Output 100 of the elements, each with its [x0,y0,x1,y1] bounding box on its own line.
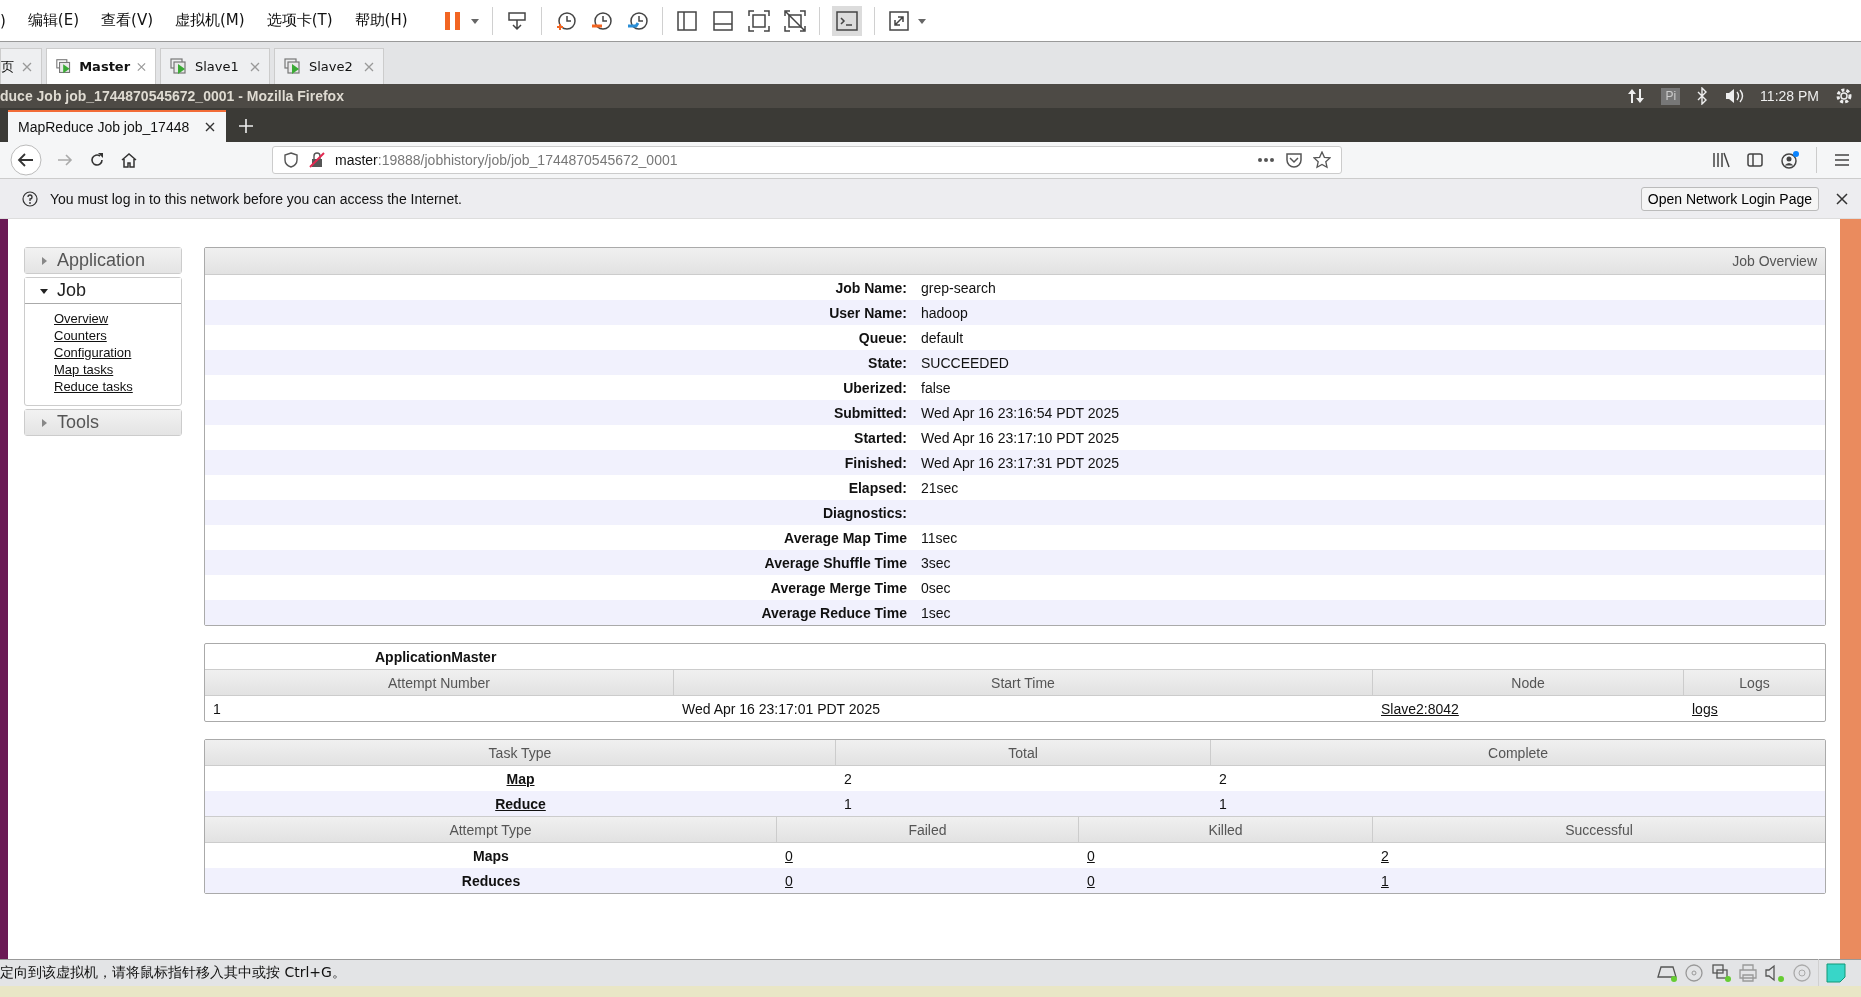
terminal-icon[interactable] [831,5,862,36]
no-fit-icon[interactable] [782,8,807,33]
field-value: 0sec [921,579,951,596]
field-value: SUCCEEDED [921,354,1009,371]
table-cell: Reduces [461,872,521,889]
sidebar-section-header[interactable]: Tools [25,410,181,435]
menu-item[interactable]: 帮助(H) [354,11,408,30]
table-cell: 1 [1219,795,1227,812]
column-header[interactable]: Successful [1373,817,1825,842]
table-link[interactable]: 0 [1087,872,1095,889]
sidebar-link[interactable]: Counters [54,327,181,344]
field-label: Submitted: [832,404,907,421]
field-value: Wed Apr 16 23:17:31 PDT 2025 [921,454,1119,471]
shield-icon[interactable] [283,152,299,168]
vm-tab[interactable]: Master [46,48,156,84]
table-cell: 1 [844,795,852,812]
vm-tab[interactable]: 页 [0,48,42,84]
menu-item[interactable]: 选项卡(T) [266,11,333,30]
new-tab-icon[interactable] [238,118,254,134]
home-icon[interactable] [120,151,138,169]
table-link[interactable]: 2 [1381,847,1389,864]
column-header[interactable]: Logs [1684,670,1825,695]
disclosure-icon [39,417,49,428]
sidebar-section-header[interactable]: Job [25,278,181,304]
sidebar-layout-icon[interactable] [674,8,699,33]
table-cell: Maps [473,847,509,864]
column-header[interactable]: Total [836,740,1211,765]
field-value: Wed Apr 16 23:16:54 PDT 2025 [921,404,1119,421]
field-label: User Name: [828,304,907,321]
field-label: Job Name: [834,279,907,296]
column-header[interactable]: Killed [1079,817,1373,842]
fullscreen-icon[interactable] [886,8,911,33]
vm-tab[interactable]: Slave1 [160,48,270,84]
column-header[interactable]: Task Type [205,740,836,765]
back-button[interactable] [10,144,42,176]
panel-layout-icon[interactable] [710,8,735,33]
table-link[interactable]: Reduce [495,795,546,812]
account-icon[interactable] [1780,150,1800,170]
table-link[interactable]: 0 [785,872,793,889]
sidebar-link[interactable]: Configuration [54,344,181,361]
table-link[interactable]: Map [506,770,535,787]
star-icon[interactable] [1313,151,1331,169]
field-label: Uberized: [842,379,907,396]
sidebar-section-header[interactable]: Application [25,248,181,273]
bluetooth-icon[interactable] [1696,87,1709,105]
table-link[interactable]: logs [1692,700,1718,717]
menu-icon[interactable] [1833,151,1851,169]
field-value: default [921,329,964,346]
network-arrows-icon[interactable] [1627,87,1646,105]
table-link[interactable]: Slave2:8042 [1381,700,1459,717]
table-link[interactable]: 1 [1381,872,1389,889]
volume-icon[interactable] [1724,87,1745,105]
more-icon[interactable] [1257,157,1275,163]
window-title: duce Job job_1744870545672_0001 - Mozilla Firefox [0,88,345,104]
scrollbar[interactable] [1840,219,1861,959]
table-link[interactable]: 0 [1087,847,1095,864]
url-field[interactable]: master:19888/jobhistory/job/job_1744870545672_0001 [272,146,1342,174]
table-title: Job Overview [1732,253,1817,269]
browser-tab[interactable]: MapReduce Job job_17448 [8,110,226,142]
menu-item[interactable]: ) [0,11,6,30]
column-header[interactable]: Failed [777,817,1079,842]
clock[interactable]: 11:28 PM [1760,88,1819,104]
open-login-page-button[interactable]: Open Network Login Page [1640,186,1819,211]
menu-item[interactable]: 虚拟机(M) [175,11,245,30]
column-header[interactable]: Attempt Number [205,670,674,695]
gear-icon[interactable] [1835,87,1853,105]
menu-item[interactable]: 查看(V) [101,11,153,30]
column-header[interactable]: Start Time [674,670,1373,695]
status-message: 定向到该虚拟机，请将鼠标指针移入其中或按 Ctrl+G。 [0,964,347,982]
vm-tab[interactable]: Slave2 [274,48,384,84]
vm-icon [169,56,189,77]
disclosure-icon [39,255,49,266]
sidebar-icon[interactable] [1746,151,1764,169]
hard-disk-icon[interactable] [1656,963,1678,983]
field-value: Wed Apr 16 23:17:10 PDT 2025 [921,429,1119,446]
library-icon[interactable] [1712,151,1730,169]
close-icon[interactable] [204,121,216,133]
field-label: State: [867,354,907,371]
fit-window-icon[interactable] [746,8,771,33]
menu-item[interactable]: 编辑(E) [27,11,80,30]
field-value: 11sec [921,529,958,546]
field-value: hadoop [921,304,968,321]
network-adapter-icon[interactable] [1710,963,1732,983]
pocket-icon[interactable] [1285,151,1303,169]
close-icon[interactable] [1835,191,1849,206]
table-link[interactable]: 0 [785,847,793,864]
column-header[interactable]: Attempt Type [205,817,777,842]
caret-icon[interactable] [916,16,927,25]
reload-icon[interactable] [88,151,106,169]
table-cell: 2 [844,770,852,787]
speaker-icon[interactable] [1764,963,1786,983]
caret-icon[interactable] [469,16,480,25]
field-value: 3sec [921,554,951,571]
column-header[interactable]: Complete [1211,740,1825,765]
sidebar-link[interactable]: Map tasks [54,361,181,378]
column-header[interactable]: Node [1373,670,1684,695]
sidebar-link[interactable]: Overview [54,310,181,327]
sidebar-link[interactable]: Reduce tasks [54,378,181,395]
insecure-lock-icon[interactable] [309,152,325,168]
help-icon [22,190,38,207]
